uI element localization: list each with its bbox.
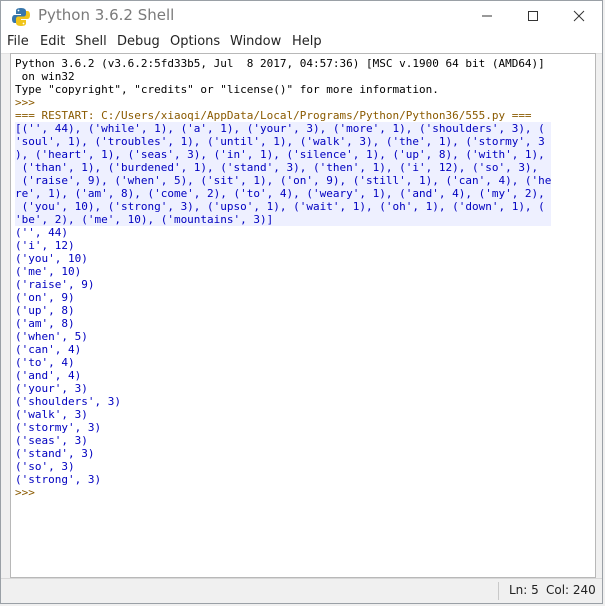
shell-line: ('than', 1), ('burdened', 1), ('stand', … <box>15 161 552 174</box>
shell-line: ('am', 8) <box>15 317 75 330</box>
menu-edit[interactable]: Edit <box>40 34 65 49</box>
minimize-button[interactable] <box>464 1 510 31</box>
menu-file[interactable]: File <box>7 34 29 49</box>
shell-text-area[interactable]: Python 3.6.2 (v3.6.2:5fd33b5, Jul 8 2017… <box>10 53 596 578</box>
shell-line: Python 3.6.2 (v3.6.2:5fd33b5, Jul 8 2017… <box>15 57 545 70</box>
shell-line: ('on', 9) <box>15 291 75 304</box>
status-column: Col: 240 <box>546 583 596 597</box>
shell-line: ('and', 4) <box>15 369 82 382</box>
menu-options[interactable]: Options <box>170 34 220 49</box>
close-icon <box>573 10 585 22</box>
python-icon <box>12 8 30 26</box>
window-title: Python 3.6.2 Shell <box>38 6 175 24</box>
shell-line: ('stand', 3) <box>15 447 95 460</box>
shell-output: Python 3.6.2 (v3.6.2:5fd33b5, Jul 8 2017… <box>15 57 552 499</box>
close-button[interactable] <box>556 1 602 31</box>
maximize-icon <box>528 11 538 21</box>
minimize-icon <box>482 15 492 17</box>
menu-help[interactable]: Help <box>292 34 322 49</box>
shell-line: ('seas', 3) <box>15 434 88 447</box>
shell-line: ('stormy', 3) <box>15 421 102 434</box>
maximize-button[interactable] <box>510 1 556 31</box>
shell-line: ('', 44) <box>15 226 68 239</box>
shell-line: Type "copyright", "credits" or "license(… <box>15 83 439 96</box>
shell-line: >>> <box>15 96 42 109</box>
shell-line: ('me', 10) <box>15 265 82 278</box>
shell-line: ('you', 10), ('strong', 3), ('upso', 1),… <box>15 200 552 213</box>
title-bar[interactable]: Python 3.6.2 Shell <box>1 1 602 31</box>
shell-line: ('your', 3) <box>15 382 88 395</box>
shell-line: ('up', 8) <box>15 304 75 317</box>
status-divider <box>498 582 499 600</box>
shell-line: ('strong', 3) <box>15 473 102 486</box>
menu-bar: File Edit Shell Debug Options Window Hel… <box>1 31 602 54</box>
shell-line: ), ('heart', 1), ('seas', 3), ('in', 1),… <box>15 148 552 161</box>
shell-line: >>> <box>15 486 42 499</box>
shell-line: ('raise', 9), ('when', 5), ('sit', 1), (… <box>15 174 552 187</box>
shell-line: === RESTART: C:/Users/xiaoqi/AppData/Loc… <box>15 109 532 122</box>
shell-line: re', 1), ('am', 8), ('come', 2), ('to', … <box>15 187 552 200</box>
shell-line: ('can', 4) <box>15 343 82 356</box>
shell-line: on win32 <box>15 70 75 83</box>
shell-line: ('to', 4) <box>15 356 75 369</box>
menu-shell[interactable]: Shell <box>75 34 107 49</box>
shell-line: ('you', 10) <box>15 252 88 265</box>
idle-shell-window: Python 3.6.2 Shell File Edit Shell Debug… <box>0 0 603 604</box>
shell-line: ('so', 3) <box>15 460 75 473</box>
shell-line: ('when', 5) <box>15 330 88 343</box>
shell-line: 'soul', 1), ('troubles', 1), ('until', 1… <box>15 135 552 148</box>
status-bar: Ln: 5 Col: 240 <box>1 578 602 603</box>
shell-line: [('', 44), ('while', 1), ('a', 1), ('you… <box>15 122 552 135</box>
menu-debug[interactable]: Debug <box>117 34 160 49</box>
menu-window[interactable]: Window <box>230 34 281 49</box>
shell-line: ('shoulders', 3) <box>15 395 121 408</box>
shell-line: ('walk', 3) <box>15 408 88 421</box>
shell-line: 'be', 2), ('me', 10), ('mountains', 3)] <box>15 213 552 226</box>
shell-line: ('i', 12) <box>15 239 75 252</box>
status-line: Ln: 5 <box>509 583 539 597</box>
shell-line: ('raise', 9) <box>15 278 95 291</box>
